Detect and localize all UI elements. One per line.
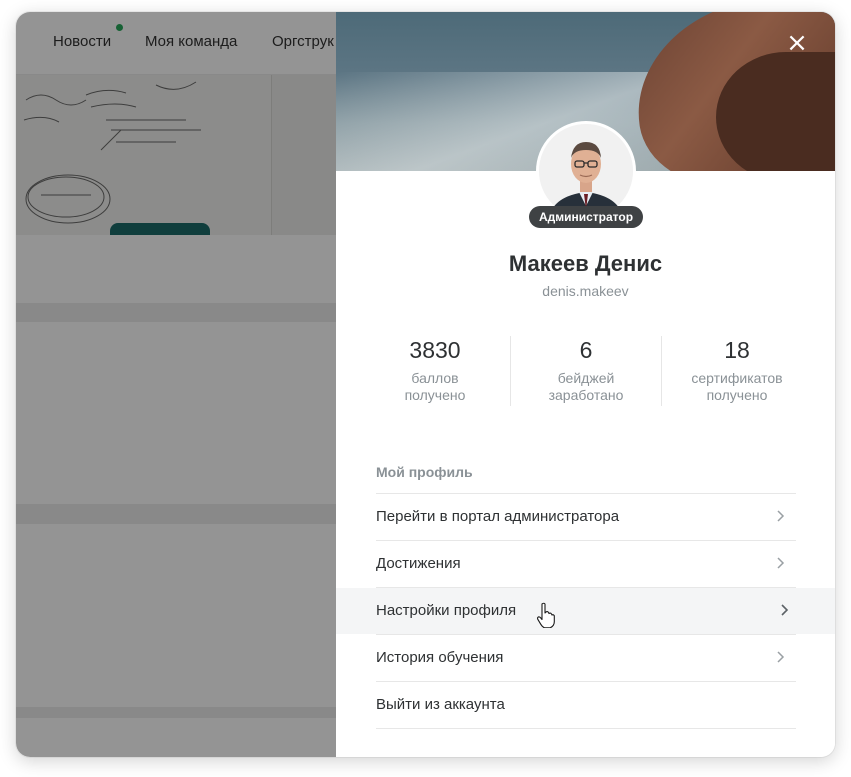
profile-panel: × Администратор Макеев Денис denis.makee… bbox=[336, 12, 835, 757]
section-title: Мой профиль bbox=[376, 464, 473, 480]
stat-certificates: 18 сертификатов получено bbox=[662, 336, 812, 404]
chevron-right-icon bbox=[777, 651, 785, 663]
close-icon[interactable]: × bbox=[785, 30, 809, 56]
menu-item-profile-settings[interactable]: Настройки профиля bbox=[336, 587, 835, 634]
user-photo bbox=[539, 124, 633, 218]
stat-label: сертификатов получено bbox=[691, 370, 783, 403]
menu-item-label: Перейти в портал администратора bbox=[376, 508, 620, 525]
menu-item-label: Достижения bbox=[376, 555, 461, 572]
menu-item-label: Выйти из аккаунта bbox=[376, 696, 505, 713]
user-login: denis.makeev bbox=[542, 283, 629, 299]
stat-value: 18 bbox=[724, 337, 750, 363]
stat-badges: 6 бейджей заработано bbox=[511, 336, 661, 404]
background-app: Новости Моя команда Оргструк bbox=[16, 12, 336, 757]
menu-item-learning-history[interactable]: История обучения bbox=[376, 634, 796, 681]
stat-label: баллов получено bbox=[404, 370, 466, 403]
stat-points: 3830 баллов получено bbox=[360, 336, 510, 404]
user-stats: 3830 баллов получено 6 бейджей заработан… bbox=[360, 336, 810, 406]
modal-backdrop[interactable] bbox=[16, 12, 336, 757]
menu-item-logout[interactable]: Выйти из аккаунта bbox=[376, 681, 796, 729]
stat-value: 6 bbox=[579, 337, 593, 363]
menu-item-label: История обучения bbox=[376, 649, 504, 666]
menu-item-admin-portal[interactable]: Перейти в портал администратора bbox=[376, 493, 796, 540]
stat-label: бейджей заработано bbox=[548, 370, 624, 403]
stat-value: 3830 bbox=[409, 337, 461, 363]
chevron-right-icon bbox=[777, 510, 785, 522]
user-name: Макеев Денис bbox=[508, 251, 663, 276]
chevron-right-icon bbox=[781, 604, 789, 616]
hand-pointer-icon bbox=[537, 602, 555, 628]
chevron-right-icon bbox=[777, 557, 785, 569]
app-window: Новости Моя команда Оргструк × Администр… bbox=[16, 12, 835, 757]
menu-item-achievements[interactable]: Достижения bbox=[376, 540, 796, 587]
menu-item-label: Настройки профиля bbox=[376, 602, 517, 619]
role-badge: Администратор bbox=[529, 206, 643, 228]
